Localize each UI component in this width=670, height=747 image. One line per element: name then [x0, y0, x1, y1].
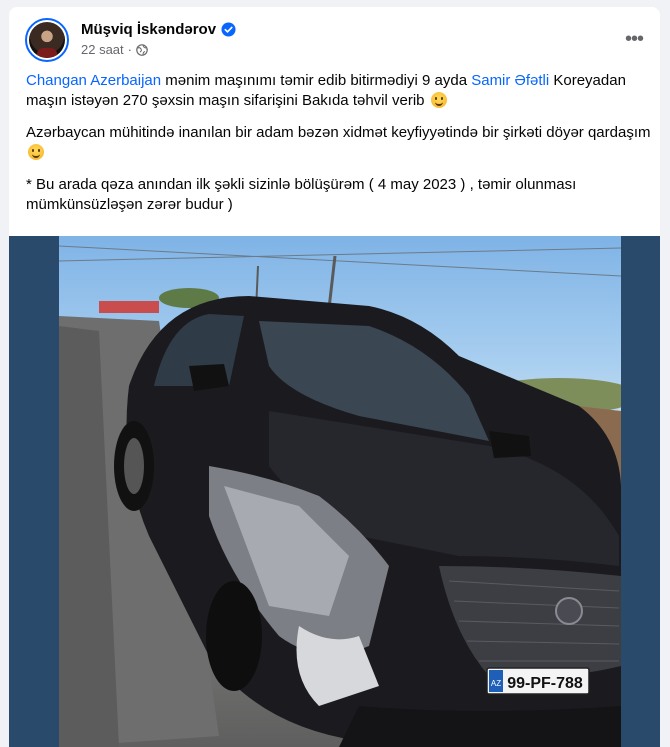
post-time[interactable]: 22 saat — [81, 42, 124, 57]
post-meta: 22 saat · — [81, 42, 148, 57]
mention-samir-efetli[interactable]: Samir Əfətli — [471, 72, 549, 89]
plate-number: 99-PF-788 — [507, 675, 583, 692]
post-card: Müşviq İskəndərov 22 saat · ••• Changan … — [9, 7, 660, 747]
damaged-car-photo[interactable]: AZ 99-PF-788 — [59, 236, 621, 747]
plate-country: AZ — [491, 679, 501, 688]
post-text: Changan Azerbaijan mənim maşınımı təmir … — [26, 71, 651, 227]
globe-icon[interactable] — [136, 43, 148, 56]
avatar[interactable] — [25, 18, 69, 62]
more-options-button[interactable]: ••• — [616, 21, 652, 57]
paragraph-3-text: * Bu arada qəza anından ilk şəkli sizinl… — [26, 176, 577, 213]
author-name-row: Müşviq İskəndərov — [81, 21, 236, 38]
smiley-emoji-icon — [28, 144, 44, 160]
car-illustration: AZ 99-PF-788 — [59, 245, 621, 747]
post-paragraph-2: Azərbaycan mühitində inanılan bir adam b… — [26, 123, 651, 163]
meta-separator: · — [127, 42, 132, 57]
avatar-image — [29, 22, 65, 58]
more-options-icon: ••• — [624, 27, 644, 50]
verified-badge-icon — [221, 22, 236, 37]
mention-changan-azerbaijan[interactable]: Changan Azerbaijan — [26, 72, 161, 89]
post-paragraph-3: * Bu arada qəza anından ilk şəkli sizinl… — [26, 175, 651, 215]
post-header: Müşviq İskəndərov 22 saat · ••• — [9, 7, 660, 69]
paragraph-2-text: Azərbaycan mühitində inanılan bir adam b… — [26, 124, 651, 141]
post-paragraph-1: Changan Azerbaijan mənim maşınımı təmir … — [26, 71, 651, 111]
smiley-emoji-icon — [430, 92, 447, 108]
post-media[interactable]: AZ 99-PF-788 — [9, 236, 660, 747]
paragraph-1-text-1: mənim maşınımı təmir edib bitirmədiyi 9 … — [161, 72, 472, 89]
author-name[interactable]: Müşviq İskəndərov — [81, 21, 216, 38]
